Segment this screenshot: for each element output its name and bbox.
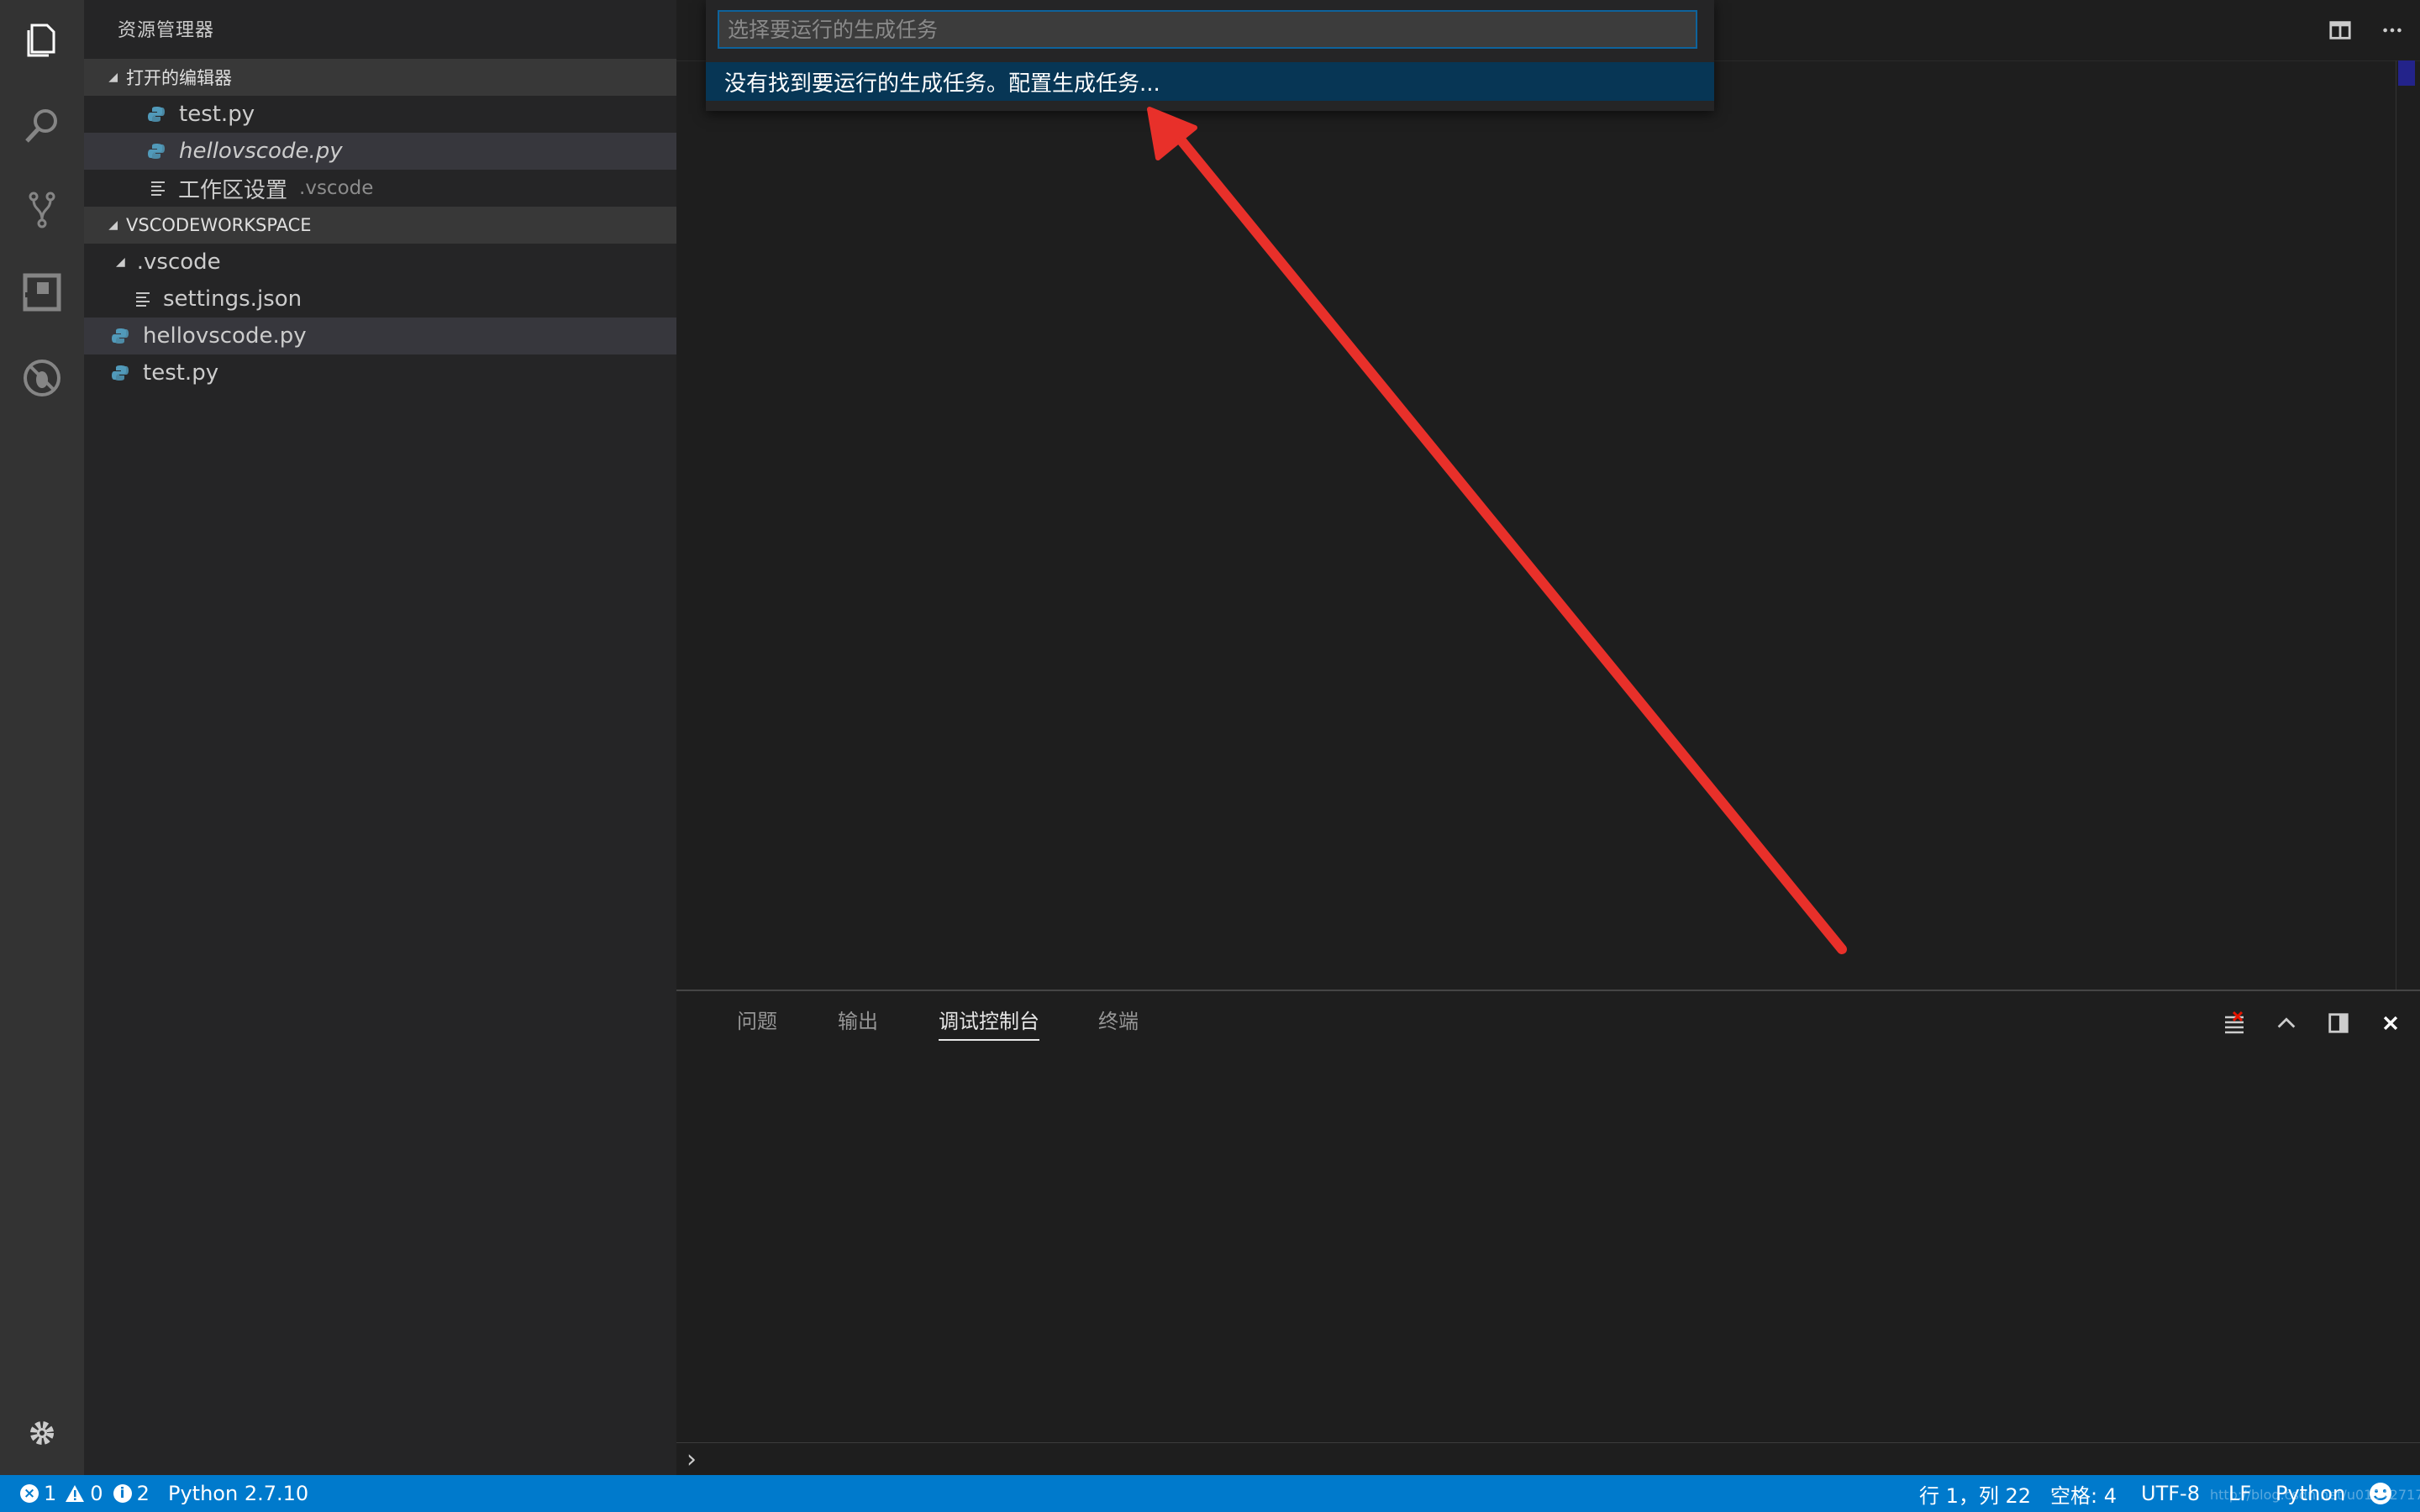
activity-bar — [0, 0, 84, 1475]
cursor-position[interactable]: 行 1，列 22 — [1919, 1475, 2031, 1512]
toggle-panel-position-icon[interactable] — [2323, 1008, 2354, 1038]
open-editor-label: test.py — [179, 102, 255, 127]
open-editor-label: hellovscode.py — [179, 139, 343, 164]
debug-icon[interactable] — [17, 353, 67, 403]
open-editor-label: 工作区设置 — [178, 177, 288, 203]
more-actions-icon[interactable] — [2377, 15, 2407, 45]
error-icon: × — [20, 1484, 39, 1503]
error-count: 1 — [44, 1482, 57, 1505]
tab-debug-console[interactable]: 调试控制台 — [939, 1005, 1039, 1041]
warning-count: 0 — [90, 1482, 103, 1505]
workspace-header[interactable]: ◢ VSCODEWORKSPACE — [84, 207, 676, 244]
sidebar-title: 资源管理器 — [118, 20, 215, 41]
file-item[interactable]: hellovscode.py — [84, 318, 676, 354]
file-item[interactable]: settings.json — [84, 281, 676, 318]
problems-indicator[interactable]: × 1 0 i 2 — [20, 1475, 150, 1512]
debug-console-input[interactable]: › — [676, 1442, 2420, 1475]
scrollbar-marker — [2398, 60, 2415, 86]
info-icon: i — [113, 1484, 132, 1503]
gear-icon[interactable] — [17, 1408, 67, 1458]
open-editor-item[interactable]: 工作区设置 .vscode — [84, 170, 676, 207]
file-item[interactable]: test.py — [84, 354, 676, 391]
chevron-right-icon: › — [687, 1445, 697, 1474]
open-editors-header[interactable]: ◢ 打开的编辑器 — [84, 59, 676, 96]
clear-console-icon[interactable] — [2219, 1008, 2249, 1038]
folder-item[interactable]: ◢ .vscode — [84, 244, 676, 281]
maximize-panel-icon[interactable] — [2271, 1008, 2302, 1038]
editor-scrollbar[interactable] — [2396, 60, 2420, 990]
indentation[interactable]: 空格: 4 — [2050, 1475, 2117, 1512]
python-file-icon — [112, 328, 129, 344]
extensions-icon[interactable] — [17, 267, 67, 318]
python-file-icon — [112, 365, 129, 381]
collapse-triangle-icon: ◢ — [108, 218, 118, 232]
collapse-triangle-icon: ◢ — [108, 71, 118, 84]
open-editor-item[interactable]: hellovscode.py — [84, 133, 676, 170]
settings-file-icon — [151, 181, 166, 196]
json-file-icon — [136, 291, 151, 307]
open-editor-item[interactable]: test.py — [84, 96, 676, 133]
editor-area[interactable] — [676, 0, 2420, 990]
python-file-icon — [148, 107, 165, 122]
bottom-panel: 问题 输出 调试控制台 终端 › — [676, 990, 2420, 1475]
split-editor-icon[interactable] — [2325, 15, 2355, 45]
tree-item-label: .vscode — [136, 249, 221, 275]
tree-item-label: test.py — [143, 360, 219, 386]
quick-pick-input[interactable] — [718, 10, 1697, 49]
watermark: http://blog.csdn.net/u013427177 — [2210, 1487, 2420, 1503]
info-count: 2 — [136, 1482, 150, 1505]
search-icon[interactable] — [17, 101, 67, 151]
folder-expanded-icon: ◢ — [116, 255, 125, 269]
tab-terminal[interactable]: 终端 — [1098, 1005, 1139, 1039]
tree-item-label: settings.json — [163, 286, 302, 312]
open-editor-hint: .vscode — [299, 177, 374, 199]
encoding[interactable]: UTF-8 — [2141, 1475, 2200, 1512]
open-editors-label: 打开的编辑器 — [126, 68, 232, 88]
quick-pick-widget: 没有找到要运行的生成任务。配置生成任务... — [706, 0, 1714, 111]
close-panel-icon[interactable] — [2375, 1008, 2406, 1038]
python-file-icon — [148, 144, 165, 159]
workspace-label: VSCODEWORKSPACE — [126, 215, 312, 235]
python-interpreter[interactable]: Python 2.7.10 — [168, 1475, 308, 1512]
explorer-icon[interactable] — [17, 15, 67, 66]
warning-icon — [66, 1485, 85, 1502]
status-bar: × 1 0 i 2 Python 2.7.10 行 1，列 22 空格: 4 U… — [0, 1475, 2420, 1512]
tab-output[interactable]: 输出 — [838, 1005, 878, 1039]
source-control-icon[interactable] — [17, 185, 67, 235]
explorer-sidebar: 资源管理器 ◢ 打开的编辑器 test.py hellovscode.py 工作… — [84, 0, 676, 1475]
quick-pick-item-configure[interactable]: 没有找到要运行的生成任务。配置生成任务... — [706, 62, 1714, 101]
tree-item-label: hellovscode.py — [143, 323, 307, 349]
tab-problems[interactable]: 问题 — [737, 1005, 777, 1039]
